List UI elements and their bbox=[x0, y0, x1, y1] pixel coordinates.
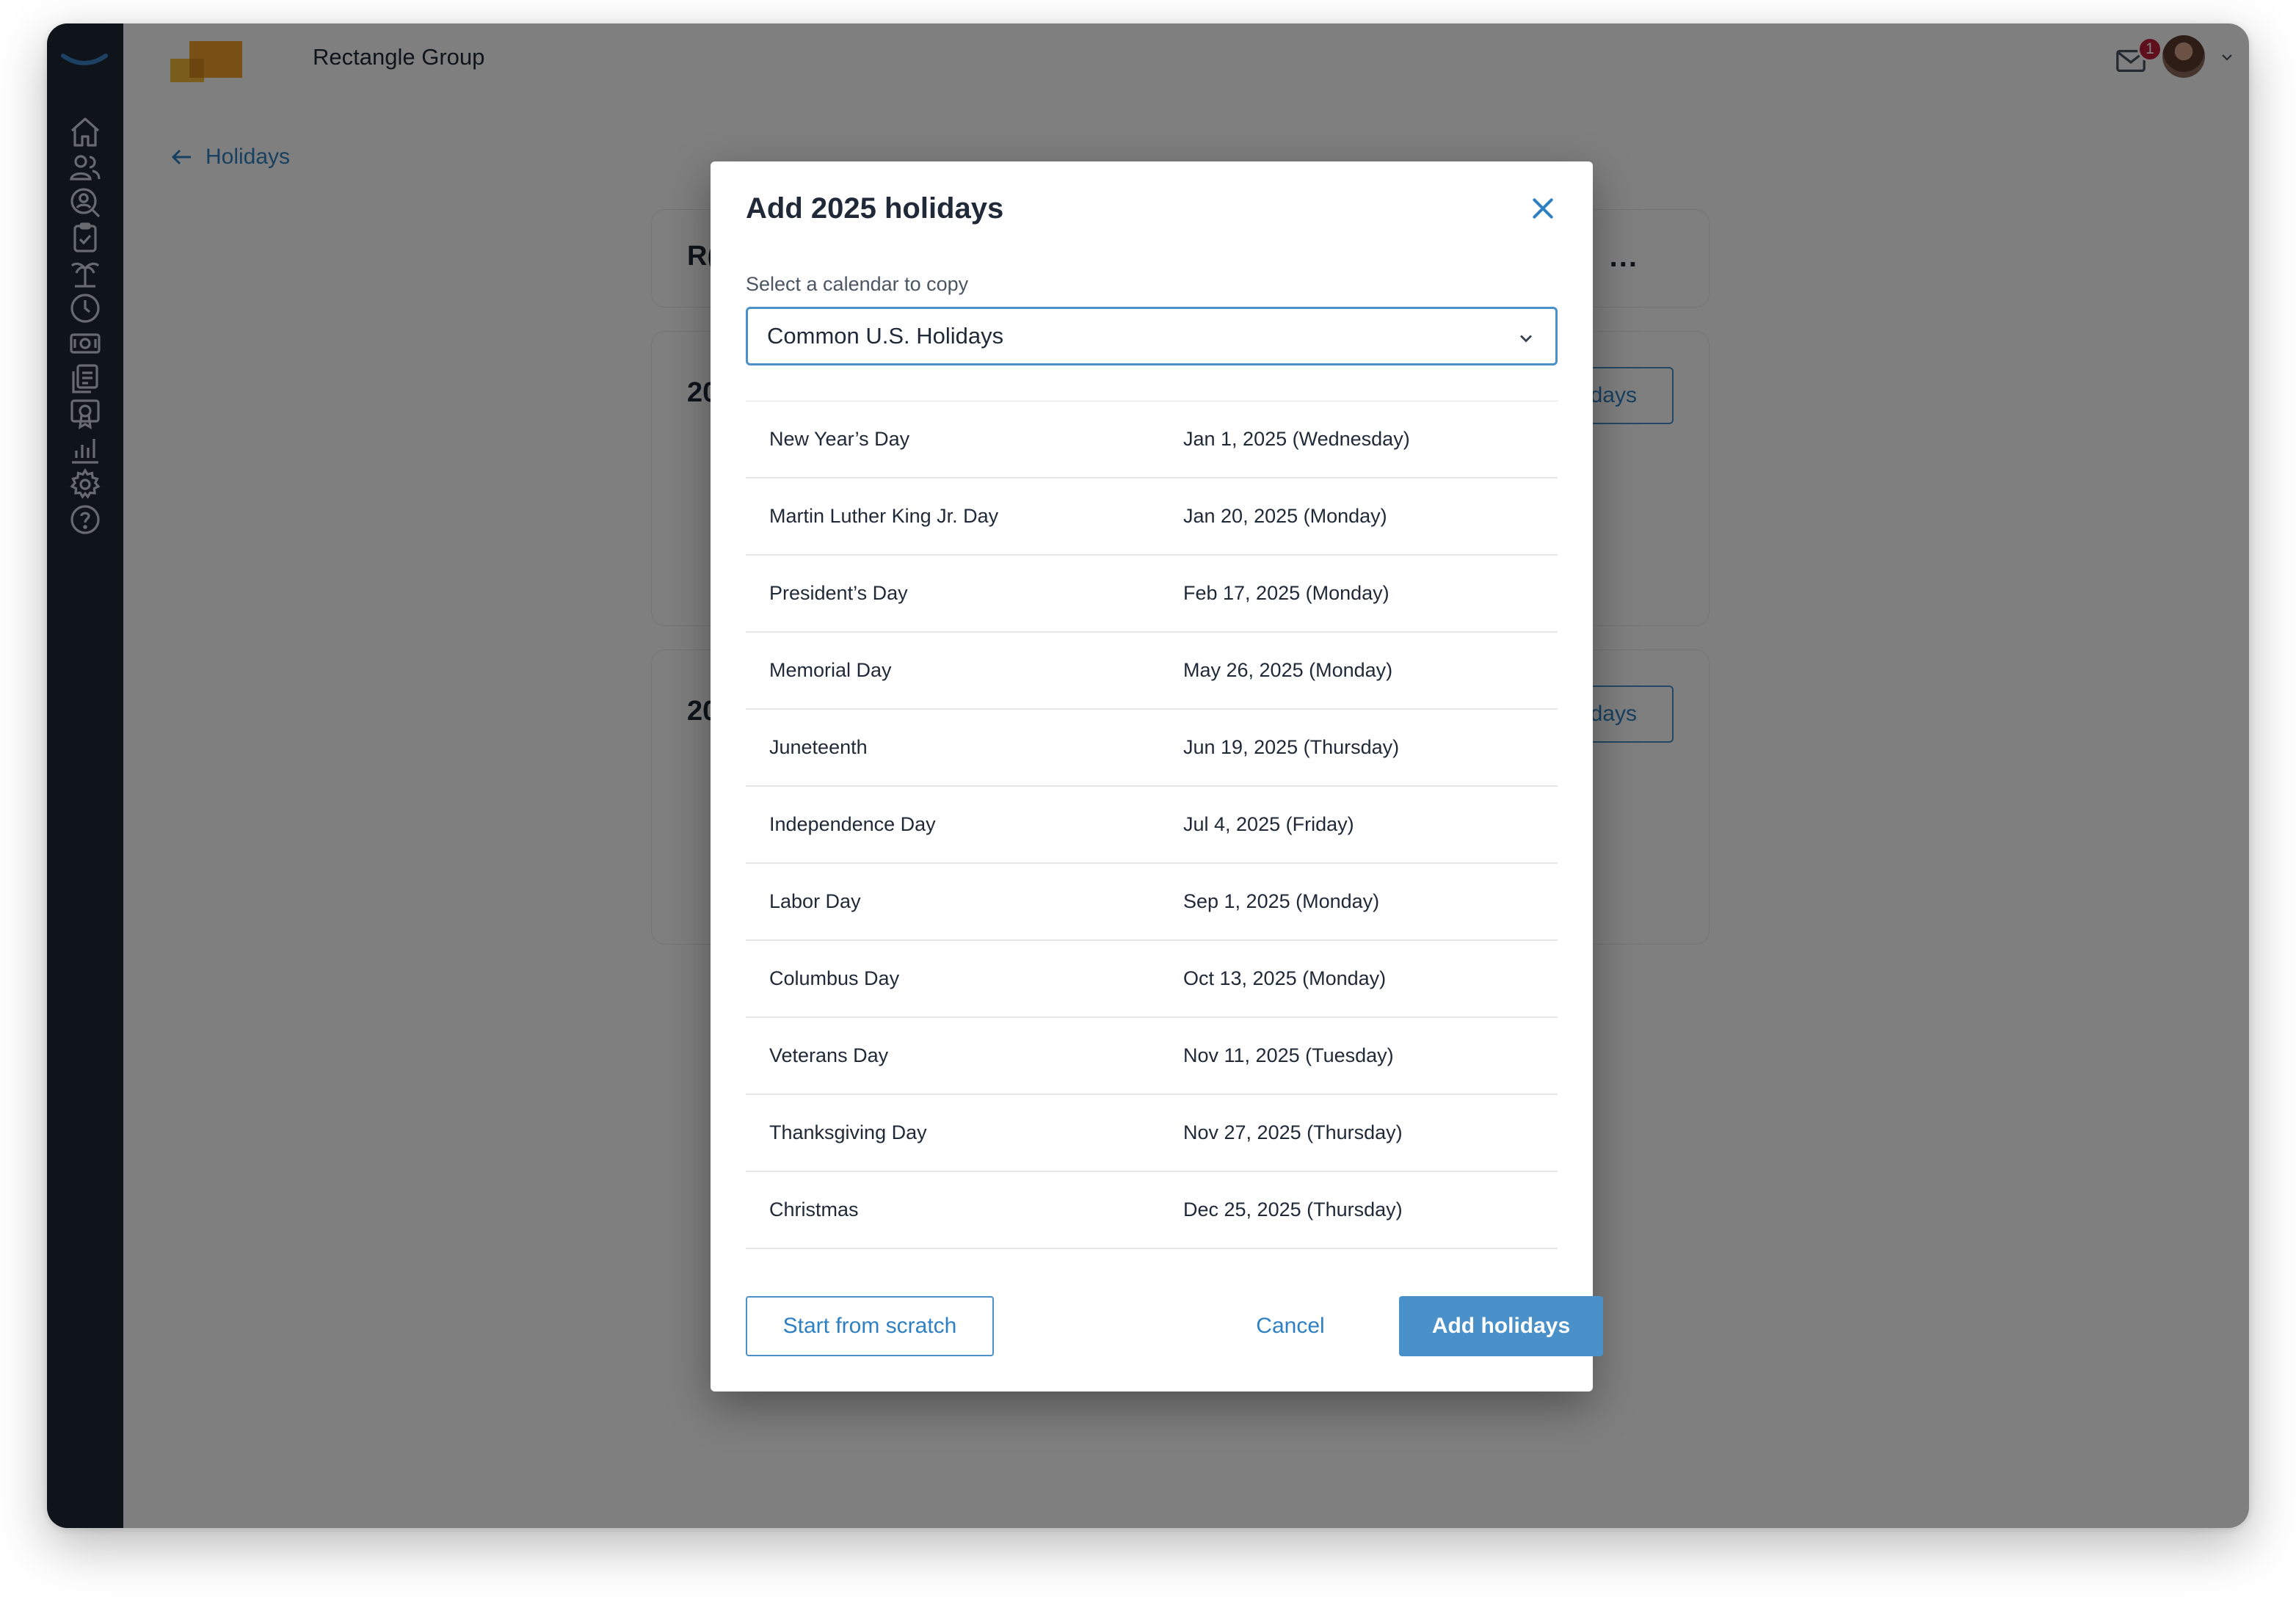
dialog-title: Add 2025 holidays bbox=[746, 192, 1004, 225]
holiday-date: Oct 13, 2025 (Monday) bbox=[1183, 967, 1387, 989]
holiday-date: Dec 25, 2025 (Thursday) bbox=[1183, 1198, 1403, 1221]
add-holidays-button[interactable]: Add holidays bbox=[1399, 1296, 1603, 1356]
app-window: Rectangle Group 1 Holidays R( ... 20 day… bbox=[47, 23, 2249, 1528]
holiday-date: Nov 27, 2025 (Thursday) bbox=[1183, 1121, 1403, 1143]
cancel-button[interactable]: Cancel bbox=[1239, 1296, 1342, 1356]
holiday-date: Sep 1, 2025 (Monday) bbox=[1183, 890, 1380, 912]
holiday-name: Columbus Day bbox=[769, 967, 900, 989]
close-icon[interactable] bbox=[1528, 194, 1558, 223]
holiday-name: Veterans Day bbox=[769, 1044, 889, 1066]
holiday-date: Jul 4, 2025 (Friday) bbox=[1183, 813, 1354, 835]
start-from-scratch-button[interactable]: Start from scratch bbox=[746, 1296, 994, 1356]
list-item: Independence Day Jul 4, 2025 (Friday) bbox=[746, 787, 1558, 864]
list-item: Labor Day Sep 1, 2025 (Monday) bbox=[746, 864, 1558, 941]
calendar-select[interactable]: Common U.S. Holidays bbox=[746, 307, 1558, 365]
list-item: Memorial Day May 26, 2025 (Monday) bbox=[746, 633, 1558, 710]
list-item: Martin Luther King Jr. Day Jan 20, 2025 … bbox=[746, 479, 1558, 556]
calendar-select-label: Select a calendar to copy bbox=[746, 273, 969, 295]
holiday-date: Nov 11, 2025 (Tuesday) bbox=[1183, 1044, 1394, 1066]
holiday-name: New Year’s Day bbox=[769, 428, 910, 450]
list-item: Christmas Dec 25, 2025 (Thursday) bbox=[746, 1172, 1558, 1249]
holiday-date: May 26, 2025 (Monday) bbox=[1183, 659, 1393, 681]
holiday-date: Jan 20, 2025 (Monday) bbox=[1183, 505, 1387, 527]
holiday-name: Martin Luther King Jr. Day bbox=[769, 505, 999, 527]
holiday-date: Feb 17, 2025 (Monday) bbox=[1183, 582, 1389, 604]
holiday-name: Independence Day bbox=[769, 813, 936, 835]
calendar-select-value: Common U.S. Holidays bbox=[767, 323, 1004, 349]
holiday-date: Jun 19, 2025 (Thursday) bbox=[1183, 736, 1400, 758]
add-holidays-dialog: Add 2025 holidays Select a calendar to c… bbox=[711, 161, 1603, 1392]
list-item: Thanksgiving Day Nov 27, 2025 (Thursday) bbox=[746, 1095, 1558, 1172]
holiday-name: Memorial Day bbox=[769, 659, 892, 681]
holiday-name: Labor Day bbox=[769, 890, 861, 912]
list-item: New Year’s Day Jan 1, 2025 (Wednesday) bbox=[746, 401, 1558, 479]
holiday-name: Christmas bbox=[769, 1198, 859, 1221]
holiday-list: New Year’s Day Jan 1, 2025 (Wednesday) M… bbox=[746, 401, 1558, 1249]
list-item: Juneteenth Jun 19, 2025 (Thursday) bbox=[746, 710, 1558, 787]
holiday-name: Juneteenth bbox=[769, 736, 868, 758]
holiday-date: Jan 1, 2025 (Wednesday) bbox=[1183, 428, 1410, 450]
holiday-name: Thanksgiving Day bbox=[769, 1121, 927, 1143]
chevron-down-icon bbox=[1520, 335, 1532, 343]
holiday-name: President’s Day bbox=[769, 582, 908, 604]
list-item: Veterans Day Nov 11, 2025 (Tuesday) bbox=[746, 1018, 1558, 1095]
list-item: President’s Day Feb 17, 2025 (Monday) bbox=[746, 556, 1558, 633]
list-item: Columbus Day Oct 13, 2025 (Monday) bbox=[746, 941, 1558, 1018]
